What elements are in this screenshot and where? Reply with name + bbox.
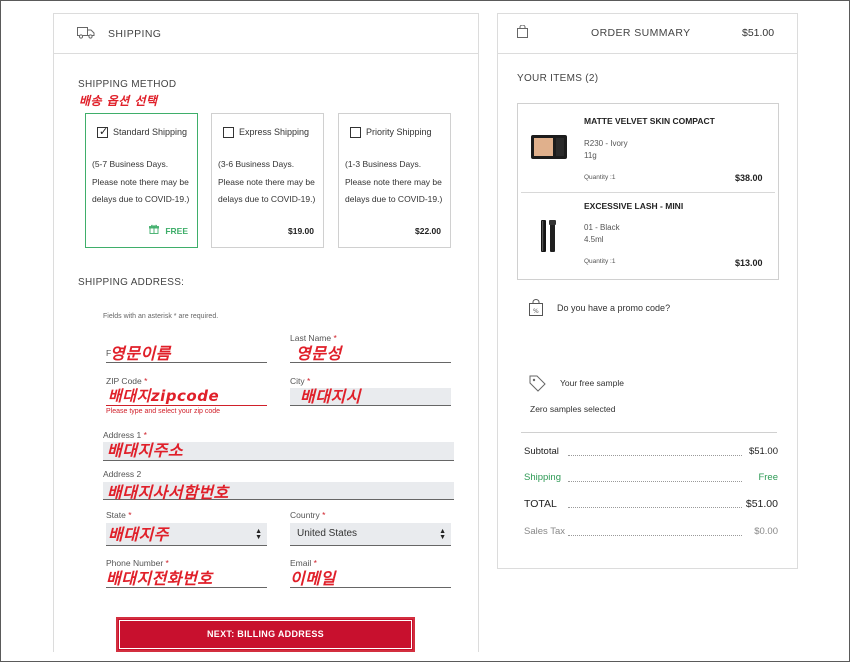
- checkbox-icon[interactable]: ✓: [97, 125, 109, 138]
- country-label: Country *: [290, 510, 326, 520]
- shipping-option-description: (1-3 Business Days. Please note there ma…: [345, 159, 443, 204]
- promo-tag-bag-icon: %: [529, 299, 543, 316]
- your-items-title: YOUR ITEMS (2): [517, 73, 599, 84]
- item-divider: [521, 192, 775, 193]
- select-caret-icon: ▲ ▼: [255, 528, 262, 541]
- email-annotation: 이메일: [290, 569, 336, 588]
- country-field[interactable]: Country * United States ▲ ▼: [290, 510, 451, 546]
- order-summary-header-divider: [498, 53, 797, 54]
- item-name: MATTE VELVET SKIN COMPACT: [584, 116, 715, 126]
- total-label: TOTAL: [524, 498, 560, 510]
- sample-tag-icon: [529, 375, 546, 392]
- shipping-row: Shipping Free: [524, 472, 778, 486]
- shipping-option-priority[interactable]: Priority Shipping (1-3 Business Days. Pl…: [338, 113, 451, 248]
- shipping-header-title: SHIPPING: [108, 28, 162, 40]
- checkbox-icon[interactable]: [223, 127, 234, 138]
- sales-tax-label: Sales Tax: [524, 526, 569, 537]
- item-quantity: Quantity :1: [584, 258, 616, 265]
- item-size: 11g: [584, 151, 597, 160]
- totals-divider: [521, 432, 777, 433]
- zip-code-annotation: 배대지zipcode: [108, 387, 220, 405]
- shipping-option-name: Express Shipping: [239, 127, 310, 137]
- item-shade: R230 - Ivory: [584, 139, 628, 148]
- shipping-option-price: FREE: [165, 226, 188, 236]
- order-summary-header-total: $51.00: [742, 27, 775, 39]
- shipping-label: Shipping: [524, 472, 564, 483]
- zip-code-error: Please type and select your zip code: [106, 408, 221, 415]
- shipping-option-name: Standard Shipping: [113, 127, 188, 137]
- checkmark-icon: ✓: [99, 125, 109, 138]
- address-1-annotation: 배대지주소: [107, 441, 184, 460]
- select-caret-icon: ▲ ▼: [439, 528, 446, 541]
- next-billing-address-button[interactable]: NEXT: BILLING ADDRESS: [116, 617, 415, 652]
- free-sample-title[interactable]: Your free sample: [560, 378, 624, 388]
- subtotal-label: Subtotal: [524, 446, 562, 457]
- shipping-header-divider: [54, 53, 478, 54]
- item-shade: 01 - Black: [584, 223, 620, 232]
- first-name-annotation: 영문이름: [110, 344, 171, 363]
- mascara-product-image: [539, 218, 559, 254]
- order-summary-title: ORDER SUMMARY: [591, 27, 691, 39]
- address-2-label: Address 2: [103, 469, 142, 479]
- dotted-leader: [568, 455, 742, 456]
- country-select[interactable]: United States ▲ ▼: [290, 523, 451, 546]
- shipping-option-express[interactable]: Express Shipping (3-6 Business Days. Ple…: [211, 113, 324, 248]
- total-row: TOTAL $51.00: [524, 498, 778, 512]
- sales-tax-row: Sales Tax $0.00: [524, 526, 778, 540]
- sales-tax-value: $0.00: [751, 526, 778, 537]
- phone-number-annotation: 배대지전화번호: [106, 569, 213, 588]
- city-annotation: 배대지시: [300, 387, 361, 406]
- item-name: EXCESSIVE LASH - MINI: [584, 201, 684, 211]
- required-fields-note: Fields with an asterisk * are required.: [103, 313, 219, 320]
- sample-status: Zero samples selected: [530, 404, 616, 414]
- shipping-option-standard[interactable]: ✓ Standard Shipping (5-7 Business Days. …: [85, 113, 198, 248]
- shipping-option-name: Priority Shipping: [366, 127, 432, 137]
- last-name-annotation: 영문성: [296, 344, 342, 363]
- country-select-value: United States: [297, 528, 358, 539]
- shipping-option-price: $19.00: [288, 226, 314, 236]
- subtotal-row: Subtotal $51.00: [524, 446, 778, 460]
- shipping-option-description: (3-6 Business Days. Please note there ma…: [218, 159, 316, 204]
- dotted-leader: [568, 481, 742, 482]
- dotted-leader: [568, 535, 742, 536]
- truck-icon: [77, 26, 95, 39]
- shipping-address-title: SHIPPING ADDRESS:: [78, 277, 185, 288]
- shipping-method-title: SHIPPING METHOD: [78, 79, 177, 90]
- gift-icon: [149, 224, 159, 234]
- subtotal-value: $51.00: [745, 446, 778, 457]
- promo-code-link[interactable]: Do you have a promo code?: [557, 303, 670, 313]
- shopping-bag-icon: [517, 24, 528, 38]
- total-value: $51.00: [742, 498, 778, 510]
- item-quantity: Quantity :1: [584, 174, 616, 181]
- shipping-method-annotation: 배송 옵션 선택: [79, 94, 158, 108]
- shipping-option-price: $22.00: [415, 226, 441, 236]
- item-price: $38.00: [735, 173, 763, 183]
- address-2-annotation: 배대지사서함번호: [107, 483, 229, 502]
- shipping-value: Free: [755, 472, 778, 483]
- item-price: $13.00: [735, 258, 763, 268]
- state-annotation: 배대지주: [108, 525, 169, 544]
- item-size: 4.5ml: [584, 235, 604, 244]
- shipping-option-description: (5-7 Business Days. Please note there ma…: [92, 159, 190, 204]
- dotted-leader: [568, 507, 742, 508]
- svg-text:%: %: [533, 308, 539, 315]
- compact-product-image: [530, 134, 568, 160]
- checkbox-icon[interactable]: [350, 127, 361, 138]
- state-label: State *: [106, 510, 132, 520]
